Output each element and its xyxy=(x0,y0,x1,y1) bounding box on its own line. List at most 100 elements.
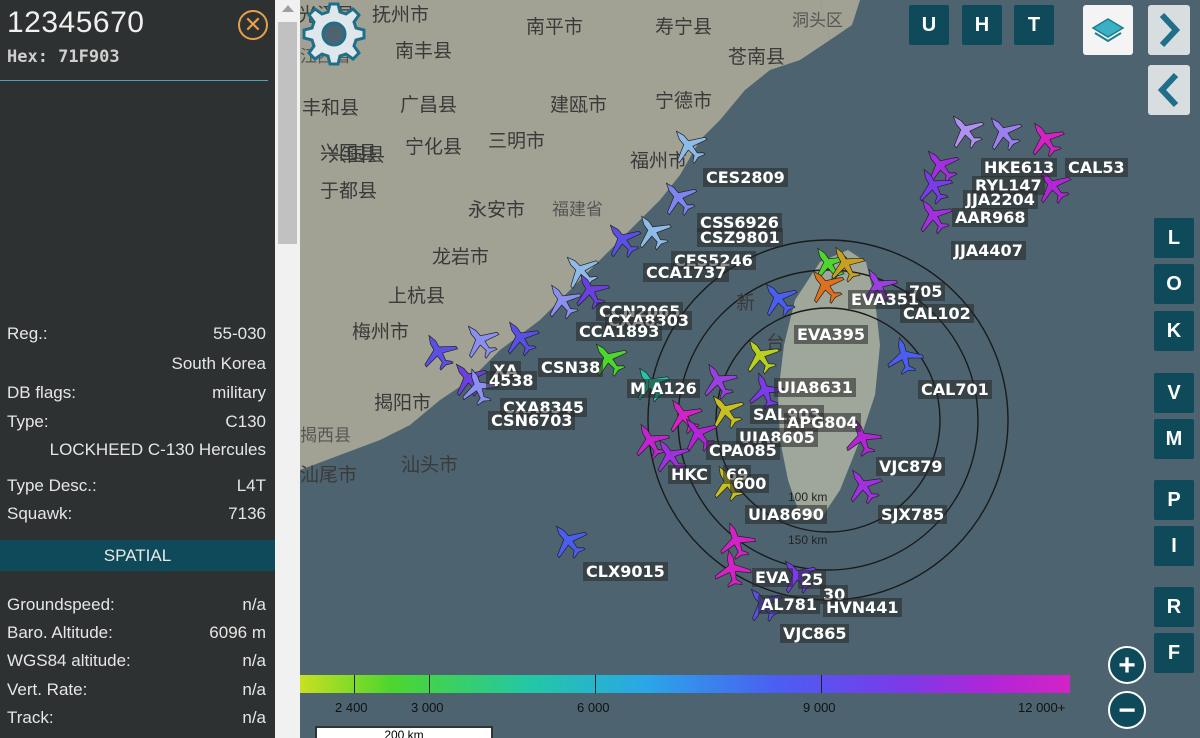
aircraft-icon[interactable] xyxy=(940,105,991,156)
wgs84-value: n/a xyxy=(242,651,266,670)
button-v[interactable]: V xyxy=(1154,373,1194,413)
button-u[interactable]: U xyxy=(909,5,949,45)
flight-label[interactable]: 4538 xyxy=(486,371,537,390)
flight-label[interactable]: CSN38 xyxy=(538,358,604,377)
aircraft-icon[interactable] xyxy=(413,326,462,375)
info-row-typedesc: Type Desc.: L4T xyxy=(7,474,266,498)
layers-icon xyxy=(1091,18,1125,43)
button-t[interactable]: T xyxy=(1014,5,1054,45)
legend-label-2400: 2 400 xyxy=(335,700,368,715)
legend-label-9000: 9 000 xyxy=(803,700,836,715)
flight-label[interactable]: EVA xyxy=(752,568,793,587)
aircraft-icon[interactable] xyxy=(753,273,804,324)
aircraft-layer xyxy=(413,105,1072,622)
aircraft-icon[interactable] xyxy=(882,333,926,377)
flight-label[interactable]: AL781 xyxy=(758,595,820,614)
groundspeed-value: n/a xyxy=(242,595,266,614)
flight-label[interactable]: HKC xyxy=(668,465,711,484)
typedesc-value: L4T xyxy=(236,476,266,495)
info-row-country: South Korea xyxy=(7,352,266,376)
flight-label[interactable]: HVN441 xyxy=(823,598,902,617)
flight-label[interactable]: SJX785 xyxy=(878,505,948,524)
flight-label[interactable]: CAL701 xyxy=(918,380,992,399)
close-icon[interactable]: ✕ xyxy=(238,10,268,40)
zoom-in-button[interactable]: + xyxy=(1108,646,1146,684)
scroll-thumb[interactable] xyxy=(278,22,297,244)
flight-label[interactable]: CAL102 xyxy=(900,304,974,323)
flight-label[interactable]: CCA1893 xyxy=(576,322,663,341)
flight-label[interactable]: 600 xyxy=(730,474,770,493)
aircraft-icon[interactable] xyxy=(908,190,958,240)
ring-label-100km: 100 km xyxy=(788,490,828,504)
button-h[interactable]: H xyxy=(962,5,1002,45)
aircraft-icon[interactable] xyxy=(978,107,1029,158)
legend-tick xyxy=(429,675,430,693)
aircraft-icon[interactable] xyxy=(663,120,714,171)
flight-label[interactable]: A126 xyxy=(648,379,700,398)
panel-scrollbar[interactable] xyxy=(275,0,300,738)
baro-altitude-value: 6096 m xyxy=(209,623,266,642)
flight-label[interactable]: CSN6703 xyxy=(488,411,576,430)
type-name-value: LOCKHEED C-130 Hercules xyxy=(49,440,266,459)
nav-prev-button[interactable] xyxy=(1148,65,1190,115)
flight-label[interactable]: AAR968 xyxy=(952,208,1029,227)
spatial-row-wgs84: WGS84 altitude: n/a xyxy=(7,649,266,673)
aircraft-icon[interactable] xyxy=(908,160,957,209)
spatial-row-track: Track: n/a xyxy=(7,706,266,730)
aircraft-icon[interactable] xyxy=(1020,113,1070,163)
button-l[interactable]: L xyxy=(1154,218,1194,258)
typedesc-label: Type Desc.: xyxy=(7,476,97,495)
spatial-row-vert-rate: Vert. Rate: n/a xyxy=(7,678,266,702)
flight-label[interactable]: JJA2204 xyxy=(963,190,1038,209)
aircraft-icon[interactable] xyxy=(693,355,742,404)
legend-tick xyxy=(354,675,355,693)
flight-label[interactable]: HKE613 xyxy=(981,158,1058,177)
section-spatial[interactable]: SPATIAL xyxy=(0,540,275,571)
vert-rate-value: n/a xyxy=(242,680,266,699)
divider xyxy=(0,80,268,81)
layers-button[interactable] xyxy=(1083,5,1133,55)
aircraft-icon[interactable] xyxy=(597,214,648,265)
button-o[interactable]: O xyxy=(1154,264,1194,304)
flight-label[interactable]: CLX9015 xyxy=(583,562,668,581)
flight-label[interactable]: UIA8631 xyxy=(774,378,856,397)
aircraft-icon[interactable] xyxy=(543,515,594,566)
gear-icon[interactable] xyxy=(300,0,368,68)
button-r[interactable]: R xyxy=(1154,587,1194,627)
aircraft-icon[interactable] xyxy=(735,330,785,380)
map-view[interactable]: 光泽县抚州市南平市寿宁县洞头区南丰县苍南县江西省广昌县建瓯市宁德市宁化县三明市兴… xyxy=(300,0,1200,738)
zoom-out-button[interactable]: − xyxy=(1108,691,1146,729)
flight-label[interactable]: VJC865 xyxy=(780,624,850,643)
callsign-title: 12345670 xyxy=(7,6,145,39)
flight-label[interactable]: EVA395 xyxy=(794,325,869,344)
aircraft-info-panel: 12345670 Hex: 71F903 ✕ Reg.: 55-030 Sout… xyxy=(0,0,275,738)
button-m[interactable]: M xyxy=(1154,419,1194,459)
flight-label[interactable]: CES2809 xyxy=(703,168,788,187)
reg-value: 55-030 xyxy=(213,324,266,343)
flight-label[interactable]: CCA1737 xyxy=(643,263,730,282)
button-i[interactable]: I xyxy=(1154,526,1194,566)
spatial-row-baro-altitude: Baro. Altitude: 6096 m xyxy=(7,621,266,645)
hex-code: Hex: 71F903 xyxy=(7,47,120,67)
flight-label[interactable]: UIA8690 xyxy=(745,505,827,524)
flight-label[interactable]: CSZ9801 xyxy=(697,228,783,247)
reg-label: Reg.: xyxy=(7,324,48,343)
baro-altitude-label: Baro. Altitude: xyxy=(7,623,113,642)
flight-label[interactable]: JJA4407 xyxy=(951,241,1026,260)
flight-label[interactable]: CPA085 xyxy=(706,441,780,460)
info-row-reg: Reg.: 55-030 xyxy=(7,322,266,346)
flight-label[interactable]: M xyxy=(627,379,649,398)
aircraft-icon[interactable] xyxy=(653,172,704,223)
button-p[interactable]: P xyxy=(1154,480,1194,520)
legend-tick xyxy=(821,675,822,693)
info-row-squawk: Squawk: 7136 xyxy=(7,502,266,526)
flight-label[interactable]: CAL53 xyxy=(1065,158,1128,177)
nav-next-button[interactable] xyxy=(1148,5,1190,55)
aircraft-icon[interactable] xyxy=(495,312,545,362)
button-k[interactable]: K xyxy=(1154,311,1194,351)
flight-label[interactable]: VJC879 xyxy=(876,457,946,476)
scroll-up-icon[interactable] xyxy=(282,5,294,12)
aircraft-icon[interactable] xyxy=(455,315,506,366)
button-f[interactable]: F xyxy=(1154,633,1194,673)
legend-tick xyxy=(595,675,596,693)
